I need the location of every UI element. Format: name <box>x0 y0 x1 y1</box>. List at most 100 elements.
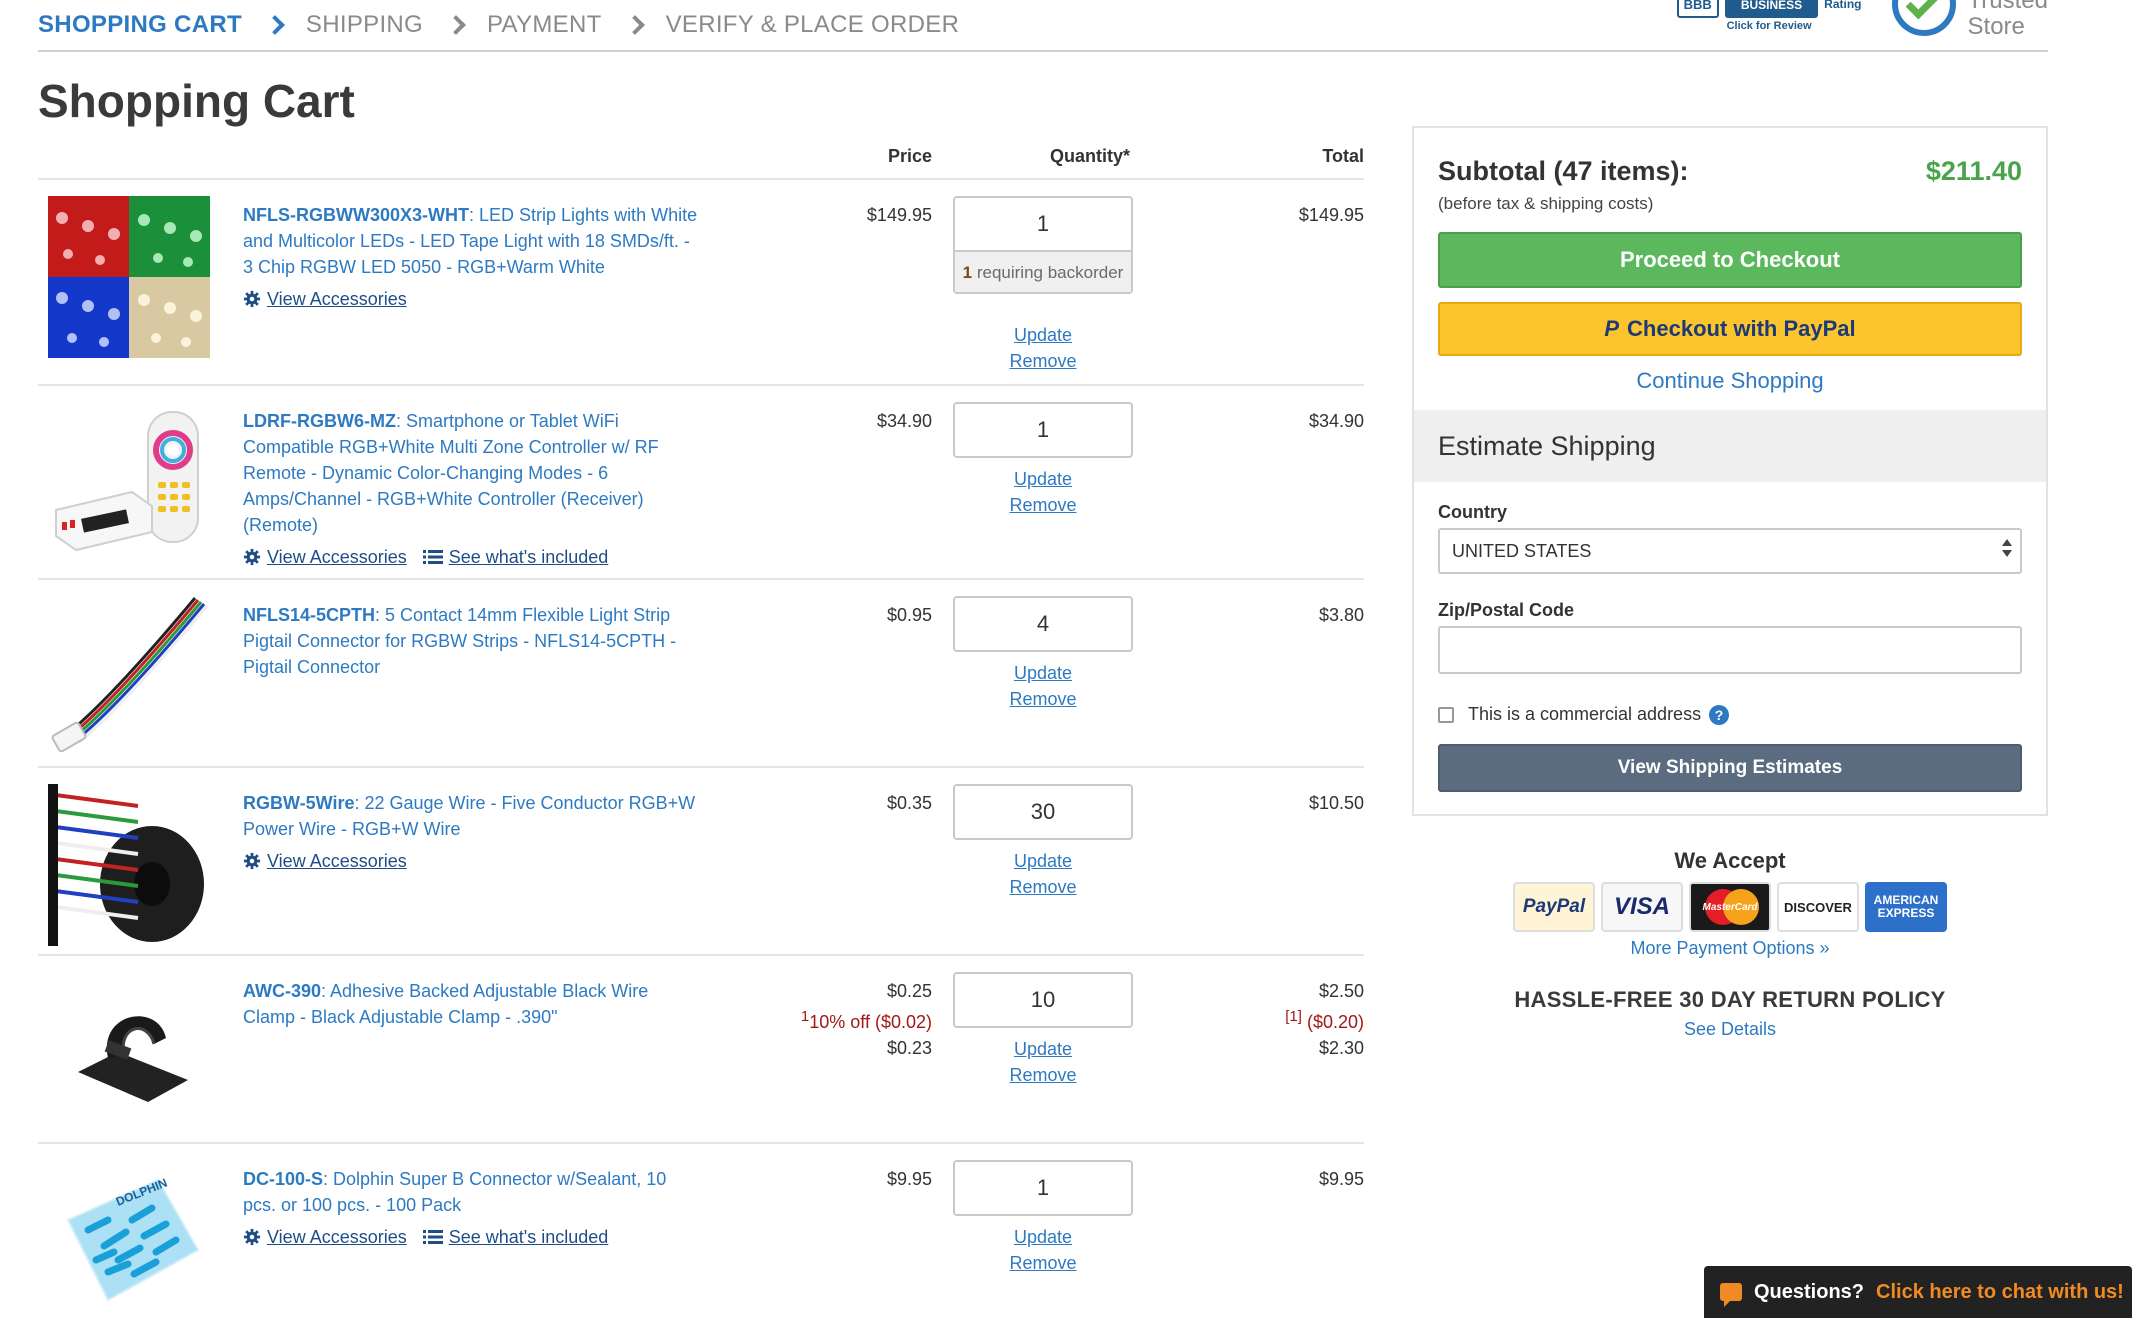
update-link[interactable]: Update <box>953 848 1133 874</box>
item-price: $0.35 <box>886 793 932 813</box>
update-link[interactable]: Update <box>953 322 1133 348</box>
step-label: PAYMENT <box>487 11 602 38</box>
see-whats-included-link[interactable]: See what's included <box>422 544 608 570</box>
see-details-link[interactable]: See Details <box>1412 1019 2048 1040</box>
checkout-steps: SHOPPING CART SHIPPING PAYMENT VERIFY & … <box>38 0 2048 52</box>
estimate-shipping-heading: Estimate Shipping <box>1414 410 2046 482</box>
item-price: $149.95 <box>866 205 932 225</box>
item-total: $3.80 <box>1318 605 1364 625</box>
step-shopping-cart[interactable]: SHOPPING CART <box>38 11 306 39</box>
chat-widget[interactable]: Questions? Click here to chat with us! <box>1704 1266 2132 1318</box>
card-logos: PayPal VISA MasterCard DISCOVER AMERICAN… <box>1412 882 2048 932</box>
view-accessories-link[interactable]: View Accessories <box>243 544 407 570</box>
update-link[interactable]: Update <box>953 660 1133 686</box>
mastercard-label: MasterCard <box>1702 901 1758 913</box>
item-price-final: $0.23 <box>886 1038 932 1058</box>
country-label: Country <box>1438 502 1507 522</box>
cart-header: Price Quantity* Total <box>38 134 1364 180</box>
view-accessories-label: View Accessories <box>267 547 407 567</box>
proceed-to-checkout-button[interactable]: Proceed to Checkout <box>1438 232 2022 288</box>
quantity-input[interactable]: 10 <box>953 972 1133 1028</box>
product-description: RGBW-5Wire: 22 Gauge Wire - Five Conduct… <box>243 790 703 874</box>
quantity-input[interactable]: 4 <box>953 596 1133 652</box>
step-shipping[interactable]: SHIPPING <box>306 11 487 39</box>
quantity-input[interactable]: 1 <box>953 402 1133 458</box>
product-image[interactable]: DOLPHIN <box>48 1160 210 1318</box>
subtotal-line: Subtotal (47 items): $211.40 <box>1438 156 2022 187</box>
gear-icon <box>243 852 261 870</box>
backorder-label: requiring backorder <box>972 263 1124 282</box>
quantity-column-header: Quantity* <box>1049 146 1130 166</box>
quantity-input[interactable]: 1 <box>953 1160 1133 1216</box>
product-image[interactable] <box>48 196 210 358</box>
view-shipping-estimates-button[interactable]: View Shipping Estimates <box>1438 744 2022 792</box>
item-total-final: $2.30 <box>1318 1038 1364 1058</box>
remove-link[interactable]: Remove <box>953 874 1133 900</box>
update-link[interactable]: Update <box>953 466 1133 492</box>
country-select[interactable]: UNITED STATES <box>1438 528 2022 574</box>
chat-question-label: Questions? <box>1754 1280 1865 1303</box>
item-actions: Update Remove <box>953 1224 1133 1276</box>
step-verify-place-order[interactable]: VERIFY & PLACE ORDER <box>666 11 960 39</box>
more-payment-options-link[interactable]: More Payment Options » <box>1412 938 2048 959</box>
list-icon <box>422 1230 443 1244</box>
chat-bubble-icon <box>1720 1283 1742 1307</box>
remove-link[interactable]: Remove <box>953 686 1133 712</box>
update-link[interactable]: Update <box>953 1224 1133 1250</box>
item-price: $0.95 <box>886 605 932 625</box>
commercial-address-label: This is a commercial address <box>1468 704 1702 724</box>
chat-link[interactable]: Click here to chat with us! <box>1876 1281 2124 1304</box>
remove-link[interactable]: Remove <box>953 492 1133 518</box>
product-description: NFLS14-5CPTH: 5 Contact 14mm Flexible Li… <box>243 602 703 680</box>
product-sku-link[interactable]: NFLS-RGBWW300X3-WHT <box>243 205 469 225</box>
list-icon <box>422 550 443 564</box>
product-sku-link[interactable]: DC-100-S <box>243 1169 323 1189</box>
product-sku-link[interactable]: RGBW-5Wire <box>243 793 354 813</box>
item-actions: Update Remove <box>953 466 1133 518</box>
remove-link[interactable]: Remove <box>953 1062 1133 1088</box>
item-total: $149.95 <box>1298 205 1364 225</box>
product-description: DC-100-S: Dolphin Super B Connector w/Se… <box>243 1166 703 1250</box>
gear-icon <box>243 1228 261 1246</box>
view-accessories-link[interactable]: View Accessories <box>243 286 407 312</box>
trusted-store-badge[interactable]: Trusted Store <box>1891 0 2048 54</box>
update-link[interactable]: Update <box>953 1036 1133 1062</box>
paypal-icon: P <box>1604 316 1620 341</box>
product-image[interactable] <box>48 596 210 758</box>
amex-card-icon: AMERICAN EXPRESS <box>1865 882 1947 932</box>
product-sku-link[interactable]: LDRF-RGBW6-MZ <box>243 411 396 431</box>
bbb-badge[interactable]: BBB BUSINESS Rating Click for Review <box>1676 0 1862 32</box>
view-accessories-label: View Accessories <box>267 851 407 871</box>
help-icon[interactable]: ? <box>1709 704 1730 725</box>
item-actions: Update Remove <box>953 1036 1133 1088</box>
quantity-value: 1 <box>1036 417 1050 442</box>
product-image[interactable] <box>48 402 210 564</box>
see-whats-included-link[interactable]: See what's included <box>422 1224 608 1250</box>
payment-methods: We Accept PayPal VISA MasterCard DISCOVE… <box>1412 848 2048 1040</box>
commercial-address-checkbox[interactable] <box>1438 706 1454 723</box>
product-sku-link[interactable]: AWC-390 <box>243 981 321 1001</box>
product-sku-link[interactable]: NFLS14-5CPTH <box>243 605 375 625</box>
product-image[interactable] <box>48 972 210 1134</box>
view-accessories-link[interactable]: View Accessories <box>243 848 407 874</box>
view-accessories-label: View Accessories <box>267 289 407 309</box>
step-label: SHIPPING <box>305 11 424 38</box>
item-total: $2.50 [1] ($0.20) $2.30 <box>1285 978 1364 1061</box>
view-accessories-link[interactable]: View Accessories <box>243 1224 407 1250</box>
remove-link[interactable]: Remove <box>953 348 1133 374</box>
continue-shopping-link[interactable]: Continue Shopping <box>1414 368 2046 394</box>
item-price: $9.95 <box>886 1169 932 1189</box>
total-discount-value: ($0.20) <box>1301 1012 1364 1032</box>
cart-item-row: AWC-390: Adhesive Backed Adjustable Blac… <box>38 956 1364 1144</box>
product-image[interactable] <box>48 784 210 946</box>
quantity-input[interactable]: 30 <box>953 784 1133 840</box>
quantity-input[interactable]: 1 1 requiring backorder <box>953 196 1133 294</box>
product-description: NFLS-RGBWW300X3-WHT: LED Strip Lights wi… <box>243 202 703 312</box>
zip-input[interactable] <box>1438 626 2022 674</box>
backorder-notice: 1 requiring backorder <box>955 250 1131 292</box>
view-accessories-label: View Accessories <box>267 1227 407 1247</box>
checkout-with-paypal-button[interactable]: P Checkout with PayPal <box>1438 302 2022 356</box>
cart-item-row: NFLS-RGBWW300X3-WHT: LED Strip Lights wi… <box>38 180 1364 386</box>
step-payment[interactable]: PAYMENT <box>487 11 666 39</box>
remove-link[interactable]: Remove <box>953 1250 1133 1276</box>
